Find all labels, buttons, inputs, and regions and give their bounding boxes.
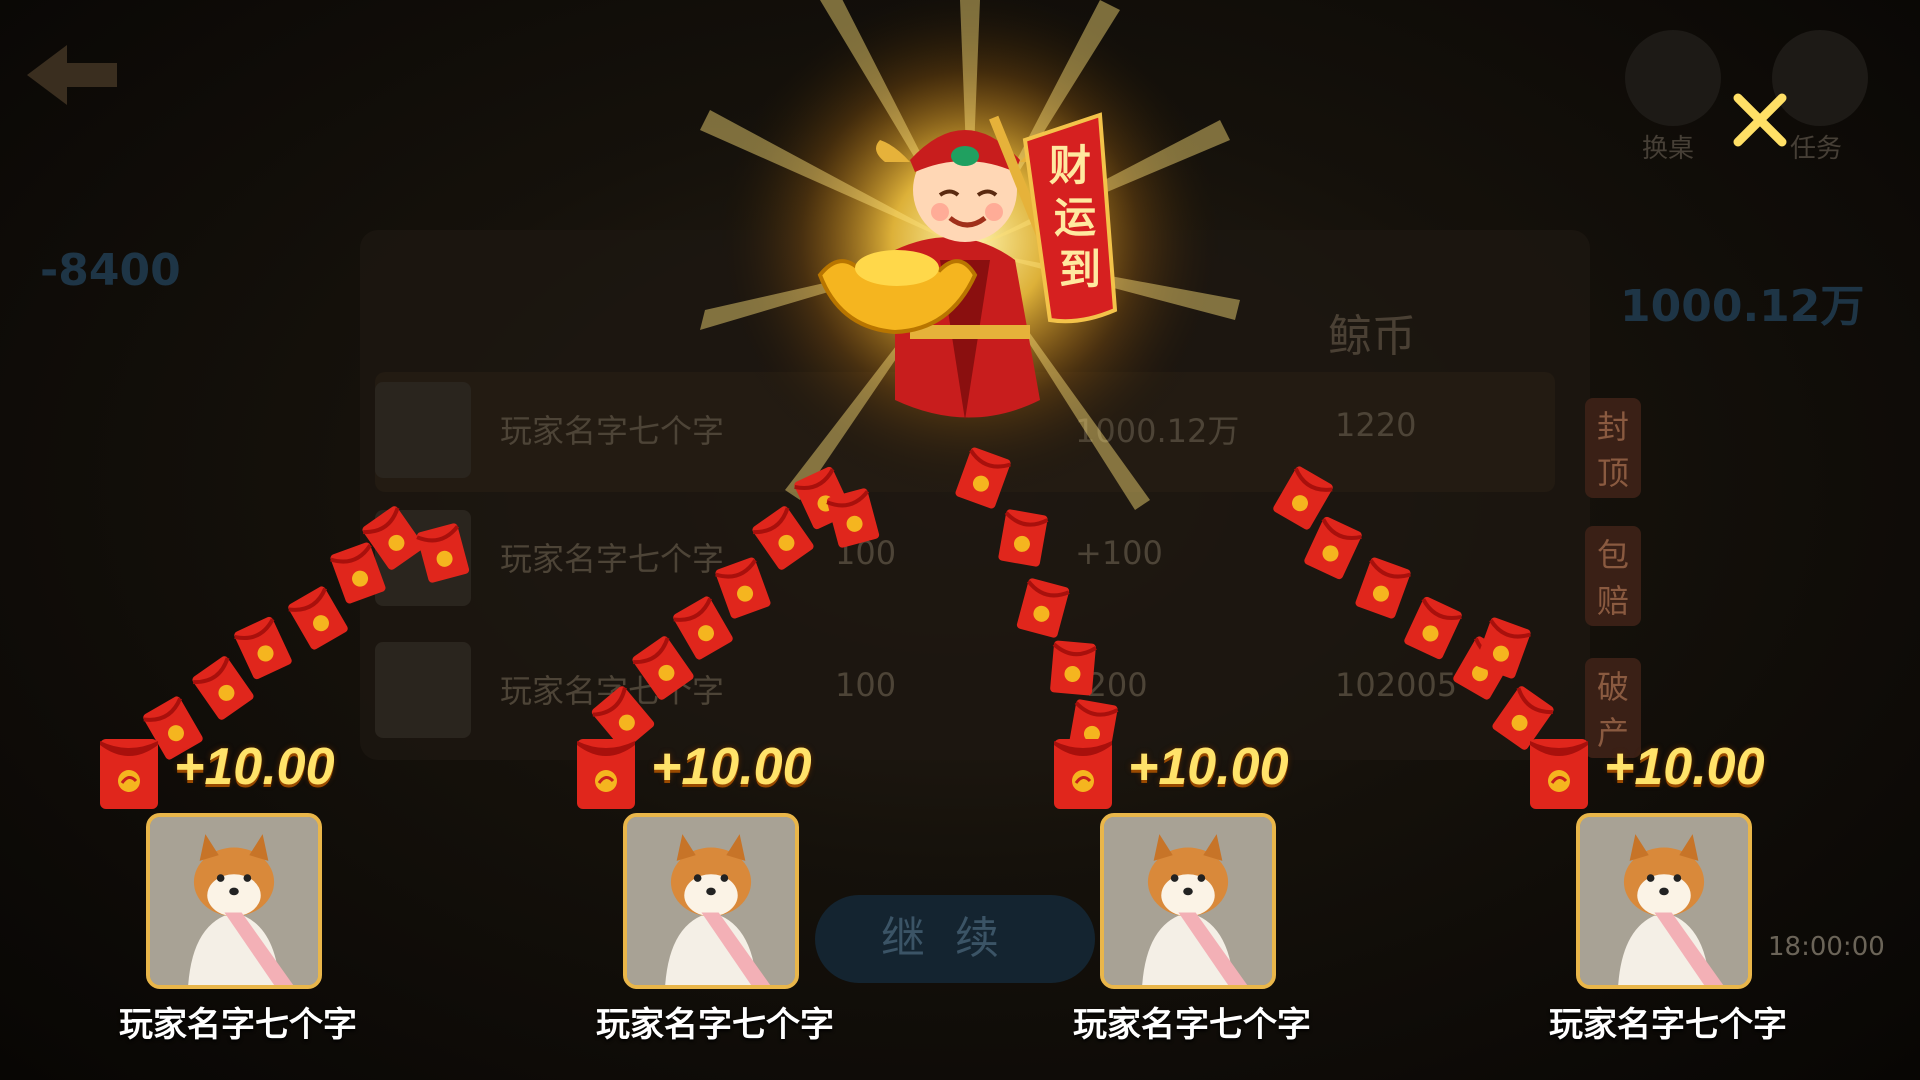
avatar <box>375 642 471 738</box>
status-badge: 封顶 <box>1585 398 1642 498</box>
player-name: 玩家名字七个字 <box>596 1005 834 1045</box>
avatar <box>1100 813 1276 989</box>
avatar <box>1576 813 1752 989</box>
player-name: 玩家名字七个字 <box>119 1005 357 1045</box>
shiba-dog-icon <box>1580 817 1748 985</box>
result-cell: 100 <box>835 534 897 572</box>
result-cell: 102005 <box>1335 666 1458 704</box>
winner-card: +10.00 玩家名字七个字 <box>1052 733 1311 1045</box>
player-name: 玩家名字七个字 <box>500 672 725 710</box>
shiba-dog-icon <box>150 817 318 985</box>
result-cell: -200 <box>1075 666 1148 704</box>
change-table-label: 换桌 <box>1642 134 1695 164</box>
winner-card: +10.00 玩家名字七个字 <box>575 733 834 1045</box>
clock: 18:00:00 <box>1768 932 1885 962</box>
red-envelope-icon <box>1530 739 1588 809</box>
result-cell: 1220 <box>1335 406 1417 444</box>
shiba-dog-icon <box>1104 817 1272 985</box>
reward-amount: +10.00 <box>1128 738 1289 796</box>
reward-amount: +10.00 <box>651 738 812 796</box>
task-label: 任务 <box>1790 134 1843 164</box>
close-icon[interactable] <box>1728 88 1792 152</box>
god-of-wealth-mascot: 财 运 到 <box>817 112 1118 420</box>
player-name: 玩家名字七个字 <box>1549 1005 1787 1045</box>
red-envelope-icon <box>1054 739 1112 809</box>
avatar <box>375 382 471 478</box>
result-cell: +100 <box>1075 534 1163 572</box>
banner-char: 财 <box>1049 141 1091 190</box>
winner-card: +10.00 玩家名字七个字 <box>98 733 357 1045</box>
result-cell: 100 <box>835 666 897 704</box>
avatar <box>146 813 322 989</box>
avatar <box>623 813 799 989</box>
avatar <box>375 510 471 606</box>
player-score: -8400 <box>40 245 181 296</box>
player-name: 玩家名字七个字 <box>500 412 725 450</box>
coin-column-header: 鲸币 <box>1328 311 1416 362</box>
reward-amount: +10.00 <box>174 738 335 796</box>
status-badge: 包赔 <box>1585 526 1642 626</box>
player-score: 1000.12万 <box>1620 281 1865 332</box>
player-name: 玩家名字七个字 <box>1073 1005 1311 1045</box>
result-row: 玩家名字七个字 100 -200 102005 破产 <box>375 632 1642 758</box>
banner-char: 运 <box>1054 193 1096 242</box>
banner-char: 到 <box>1059 245 1101 294</box>
red-envelope-icon <box>100 739 158 809</box>
change-table-icon <box>1625 30 1721 126</box>
player-name: 玩家名字七个字 <box>500 540 725 578</box>
winner-card: +10.00 玩家名字七个字 <box>1528 733 1787 1045</box>
back-arrow-icon <box>27 45 117 105</box>
red-envelope-icon <box>577 739 635 809</box>
shiba-dog-icon <box>627 817 795 985</box>
reward-amount: +10.00 <box>1604 738 1765 796</box>
